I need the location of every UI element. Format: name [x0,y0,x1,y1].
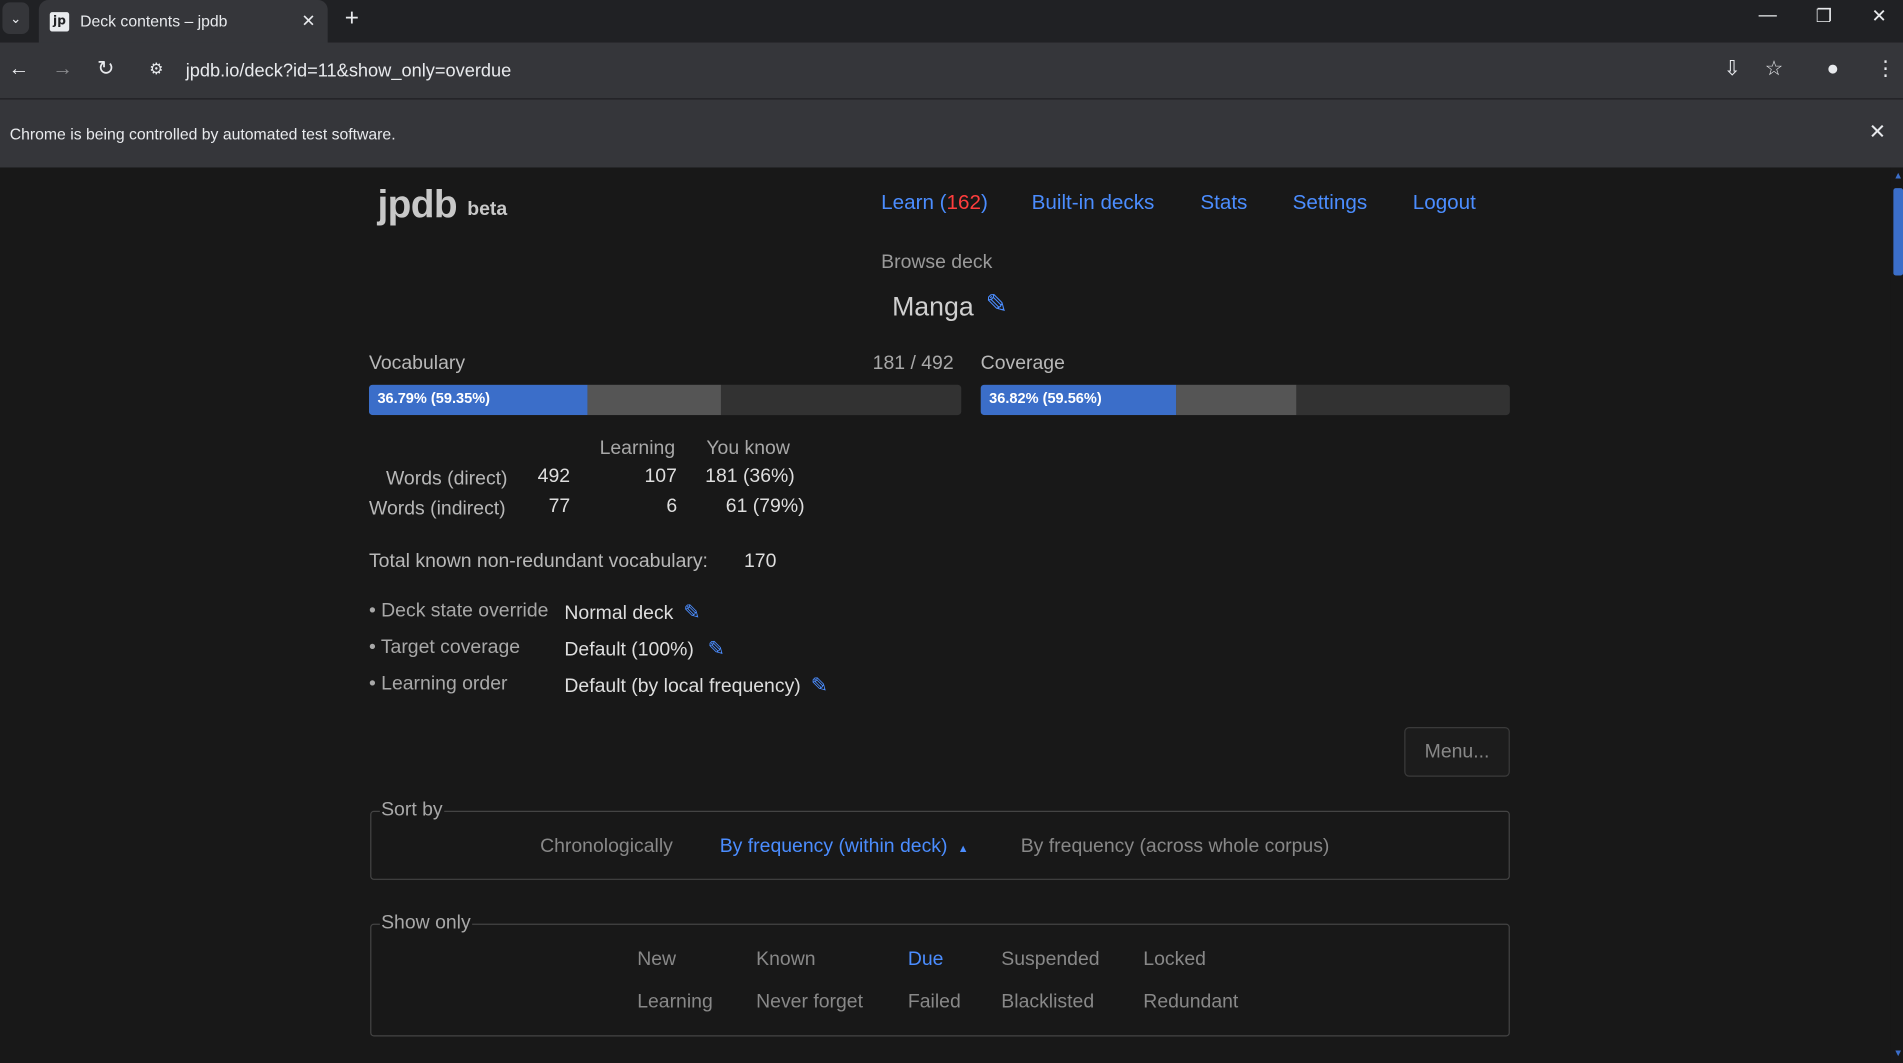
stats-row-known: 61 (79%) [725,496,805,518]
sort-by-legend: Sort by [379,799,444,822]
total-known-label: Total known non-redundant vocabulary: [368,551,708,572]
nav-learn-link[interactable]: Learn (162) [881,191,988,215]
coverage-label: Coverage [980,353,1065,374]
back-arrow-icon[interactable]: ← [8,57,29,81]
edit-deck-name-pencil-icon[interactable]: ✎ [986,289,1008,321]
coverage-learning-fill [1175,384,1296,416]
new-tab-plus-icon[interactable]: + [345,5,359,33]
browser-tab-strip: ⌄ jp Deck contents – jpdb ✕ + — ❐ ✕ [0,0,1903,43]
install-app-icon[interactable]: ⇩ [1723,57,1740,81]
stats-header-known: You know [706,438,790,459]
edit-target-coverage-pencil-icon[interactable]: ✎ [708,637,725,661]
infobar-message: Chrome is being controlled by automated … [9,125,396,144]
restore-icon[interactable]: ❐ [1816,5,1832,27]
filter-suspended[interactable]: Suspended [1001,949,1099,971]
site-favicon-icon: jp [49,11,70,31]
vocabulary-learning-fill [586,384,721,416]
coverage-progress-bar: 36.82% (59.56%) [980,384,1510,416]
forward-arrow-icon[interactable]: → [52,57,73,81]
vocabulary-progress-bar: 36.79% (59.35%) [368,384,962,416]
sort-ascending-arrow-icon: ▲ [957,842,969,855]
stats-row-learning: 6 [666,496,678,518]
deck-state-override-text: Deck state override [381,600,549,622]
chevron-down-icon: ⌄ [10,11,22,27]
scroll-down-arrow-icon[interactable]: ▼ [1893,1047,1903,1058]
bookmark-star-icon[interactable]: ☆ [1765,57,1784,81]
learning-order-value: Default (by local frequency) [564,676,801,697]
target-coverage-text: Target coverage [380,637,521,658]
minimize-icon[interactable]: — [1759,5,1777,26]
sort-frequency-within-deck-label: By frequency (within deck) [719,836,948,857]
nav-settings-link[interactable]: Settings [1293,191,1368,215]
filter-redundant[interactable]: Redundant [1143,992,1238,1014]
browse-deck-label: Browse deck [881,252,993,274]
browser-tab[interactable]: jp Deck contents – jpdb ✕ [38,0,328,43]
tab-title: Deck contents – jpdb [80,12,228,31]
deck-state-override-value: Normal deck [564,603,674,624]
sort-by-fieldset: Sort by Chronologically By frequency (wi… [370,799,1510,880]
show-only-fieldset: Show only New Known Due Suspended Locked… [370,912,1510,1037]
filter-blacklisted[interactable]: Blacklisted [1001,992,1094,1014]
stats-header-learning: Learning [599,438,676,459]
browser-toolbar: ← → ↻ ⚙ jpdb.io/deck?id=11&show_only=ove… [0,42,1903,99]
filter-known[interactable]: Known [756,949,815,971]
more-menu-icon[interactable]: ⋮ [1875,57,1896,81]
deck-state-override-label: • Deck state override [368,600,549,622]
filter-never-forget[interactable]: Never forget [756,992,863,1014]
stats-row-total: 492 [537,466,571,487]
scroll-up-arrow-icon[interactable]: ▲ [1893,170,1903,181]
learning-order-label: • Learning order [368,673,508,695]
vocabulary-label: Vocabulary [368,353,466,374]
nav-learn-close: ) [980,190,988,214]
target-coverage-label: • Target coverage [368,637,521,658]
stats-row-total: 77 [548,496,571,518]
filter-learning[interactable]: Learning [637,992,713,1014]
coverage-bar-text: 36.82% (59.56%) [989,389,1102,407]
reload-icon[interactable]: ↻ [97,57,114,81]
stats-row-known: 181 (36%) [705,466,795,487]
nav-builtin-decks-link[interactable]: Built-in decks [1032,191,1155,215]
edit-deck-state-pencil-icon[interactable]: ✎ [683,601,700,625]
site-logo[interactable]: jpdb [377,182,457,227]
filter-new[interactable]: New [637,949,676,971]
filter-due[interactable]: Due [908,949,944,971]
tab-close-icon[interactable]: ✕ [301,11,315,32]
filter-locked[interactable]: Locked [1143,949,1206,971]
vocabulary-count: 181 / 492 [872,353,954,374]
logo-beta-label: beta [467,199,508,220]
sort-frequency-within-deck[interactable]: By frequency (within deck) ▲ [720,836,969,858]
stats-row-label: Words (indirect) [368,498,506,520]
nav-learn-label: Learn ( [881,190,947,214]
window-close-icon[interactable]: ✕ [1872,5,1887,27]
profile-avatar-icon[interactable]: ● [1827,57,1839,81]
filter-failed[interactable]: Failed [908,992,961,1014]
menu-button[interactable]: Menu... [1404,727,1510,777]
sort-chronologically[interactable]: Chronologically [540,836,673,858]
stats-row-label: Words (direct) [385,468,508,490]
address-bar[interactable]: jpdb.io/deck?id=11&show_only=overdue [186,61,512,82]
deck-name: Manga [892,291,974,322]
page-content: jpdb beta Learn (162) Built-in decks Sta… [0,167,1891,1063]
edit-learning-order-pencil-icon[interactable]: ✎ [811,674,828,698]
stats-row-learning: 107 [644,466,677,487]
learning-order-text: Learning order [381,673,508,695]
target-coverage-value: Default (100%) [564,639,694,661]
learn-count: 162 [946,190,981,214]
site-info-icon[interactable]: ⚙ [149,59,163,78]
page-scrollbar[interactable]: ▲ ▼ [1890,167,1903,1063]
tab-search-button[interactable]: ⌄ [2,2,30,34]
total-known-value: 170 [743,551,777,572]
nav-logout-link[interactable]: Logout [1413,191,1476,215]
infobar-close-icon[interactable]: ✕ [1869,120,1886,144]
scrollbar-thumb[interactable] [1893,188,1903,276]
show-only-legend: Show only [379,912,472,935]
nav-stats-link[interactable]: Stats [1200,191,1247,215]
vocabulary-bar-text: 36.79% (59.35%) [377,389,491,407]
automation-infobar: Chrome is being controlled by automated … [0,98,1903,168]
sort-frequency-whole-corpus[interactable]: By frequency (across whole corpus) [1021,836,1330,858]
